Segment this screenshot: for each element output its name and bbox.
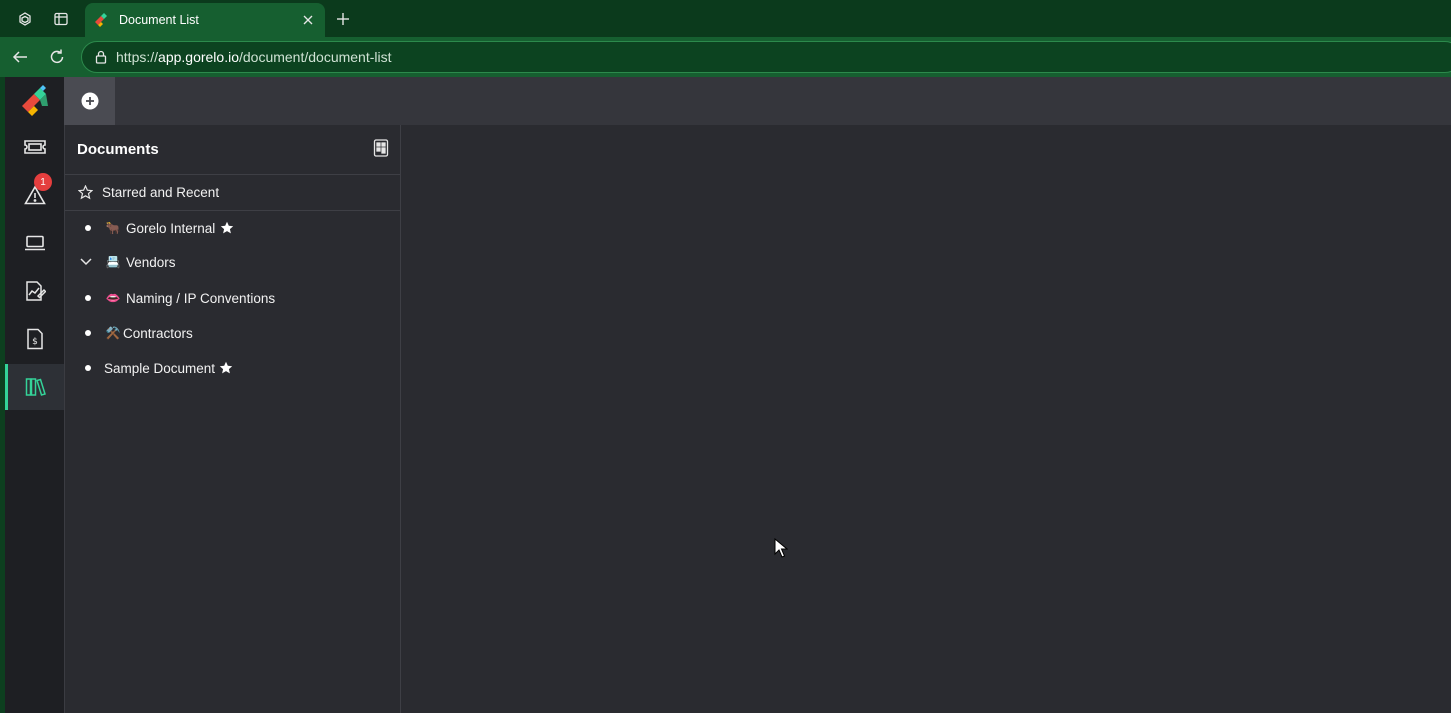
workspaces-icon[interactable] <box>14 8 36 30</box>
documents-panel: Documents Starred and Recent 🐂 Gorelo In… <box>64 125 401 713</box>
document-label: Contractors <box>123 325 193 341</box>
ticket-icon[interactable] <box>5 124 64 170</box>
panel-header: Documents <box>65 125 400 175</box>
tab-actions-icon[interactable] <box>50 8 72 30</box>
document-grid-icon[interactable] <box>373 139 389 157</box>
address-bar[interactable]: https://app.gorelo.io/document/document-… <box>81 41 1451 73</box>
lock-icon[interactable] <box>94 49 110 65</box>
star-filled-icon[interactable] <box>219 361 233 375</box>
tab-title: Document List <box>119 13 199 27</box>
star-filled-icon[interactable] <box>220 221 234 235</box>
report-icon[interactable] <box>5 268 64 314</box>
ox-emoji-icon: 🐂 <box>105 221 121 235</box>
document-label: Naming / IP Conventions <box>126 290 276 306</box>
browser-tab-active[interactable]: Document List <box>85 3 325 37</box>
app-tabbar <box>64 77 1451 125</box>
add-tab-button[interactable] <box>64 77 115 125</box>
plus-icon[interactable] <box>332 8 354 30</box>
library-icon[interactable] <box>5 364 64 410</box>
url-text: https://app.gorelo.io/document/document-… <box>116 49 392 65</box>
reload-icon[interactable] <box>45 45 69 69</box>
invoice-icon[interactable]: $ <box>5 316 64 362</box>
gorelo-logo-icon[interactable] <box>5 77 64 127</box>
document-folder-vendors[interactable]: 📇 Vendors <box>65 247 400 277</box>
alert-icon[interactable]: 1 <box>5 172 64 218</box>
hammer-pick-emoji-icon: ⚒️ <box>105 326 121 340</box>
svg-text:$: $ <box>32 337 38 347</box>
close-icon[interactable] <box>299 11 317 29</box>
gorelo-logo-icon <box>95 13 107 27</box>
laptop-icon[interactable] <box>5 220 64 266</box>
plus-circle-icon <box>81 92 98 110</box>
browser-toolbar: https://app.gorelo.io/document/document-… <box>0 37 1451 77</box>
bullet-icon <box>85 330 91 336</box>
starred-and-recent[interactable]: Starred and Recent <box>65 175 400 211</box>
document-item-sample-document[interactable]: Sample Document <box>65 353 400 383</box>
alert-count-badge: 1 <box>34 173 52 191</box>
panel-title: Documents <box>77 141 159 158</box>
lips-emoji-icon: 👄 <box>105 291 121 305</box>
document-content-area <box>401 125 1451 713</box>
mouse-cursor-icon <box>774 538 788 558</box>
card-index-emoji-icon: 📇 <box>105 255 121 269</box>
bullet-icon <box>85 365 91 371</box>
back-icon[interactable] <box>8 45 32 69</box>
starred-label: Starred and Recent <box>102 185 220 200</box>
bullet-icon <box>85 295 91 301</box>
document-item-gorelo-internal[interactable]: 🐂 Gorelo Internal <box>65 213 400 243</box>
document-label: Vendors <box>126 254 176 270</box>
document-label: Gorelo Internal <box>126 220 216 236</box>
browser-titlebar: Document List <box>0 0 1451 37</box>
document-item-contractors[interactable]: ⚒️ Contractors <box>65 318 400 348</box>
bullet-icon <box>85 225 91 231</box>
star-outline-icon <box>78 185 93 200</box>
document-item-naming-ip-conventions[interactable]: 👄 Naming / IP Conventions <box>65 283 400 313</box>
chevron-down-icon[interactable] <box>79 255 93 269</box>
nav-rail: 1 $ <box>5 77 64 713</box>
document-label: Sample Document <box>104 360 216 376</box>
app-window: 1 $ Documents Starred and Recent 🐂 Gorel… <box>5 77 1451 713</box>
